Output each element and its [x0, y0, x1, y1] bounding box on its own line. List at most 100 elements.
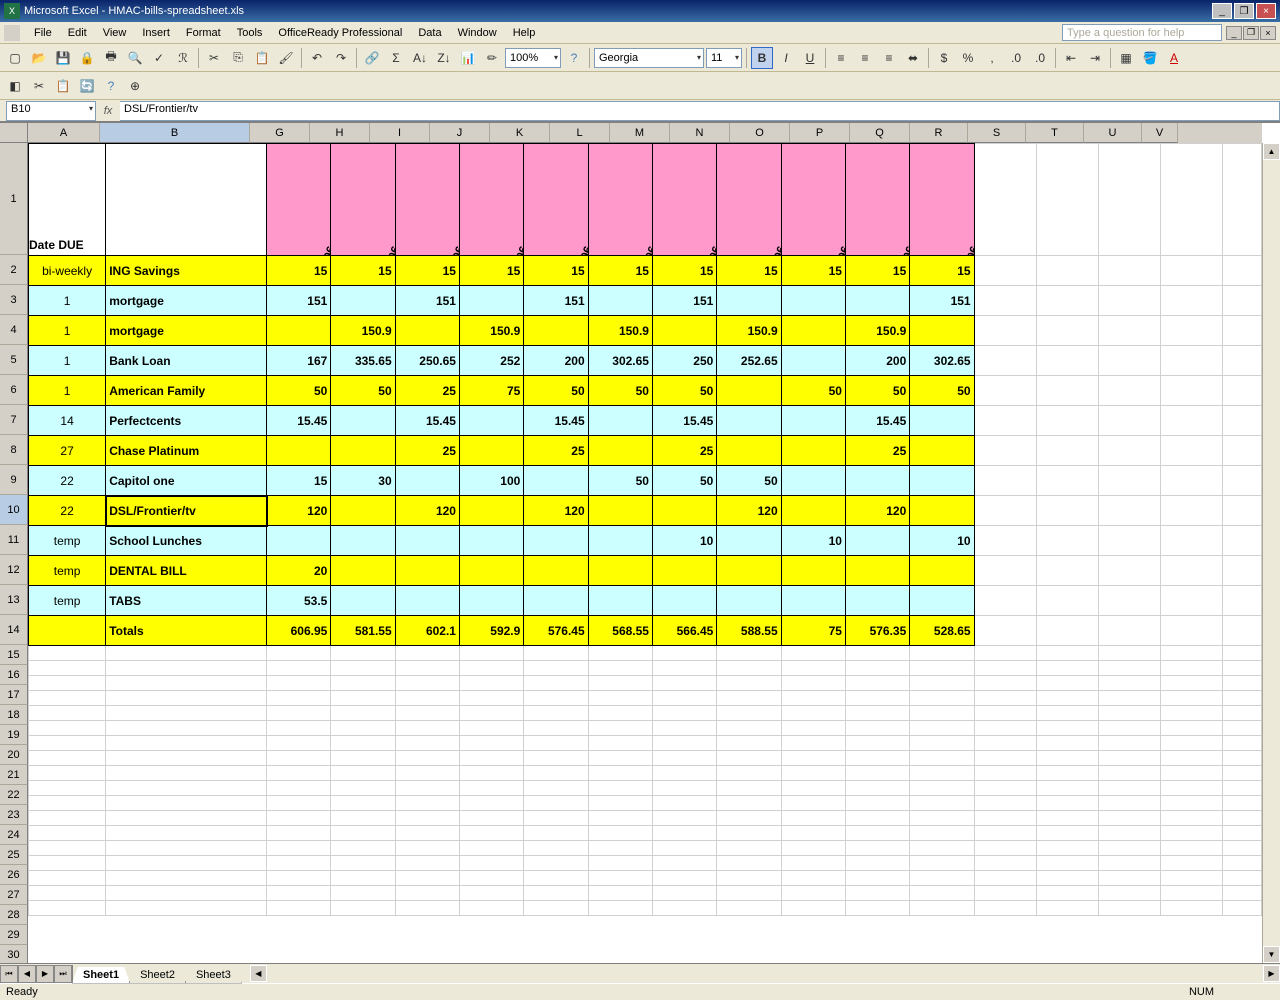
cell-R23[interactable] — [974, 766, 1036, 781]
cell-H18[interactable] — [331, 691, 395, 706]
cell-Q32[interactable] — [910, 901, 974, 916]
cell-S17[interactable] — [1036, 676, 1098, 691]
cell-P4[interactable]: 150.9 — [845, 316, 909, 346]
cell-U27[interactable] — [1161, 826, 1223, 841]
totals-5[interactable]: 568.55 — [588, 616, 652, 646]
cell-S30[interactable] — [1036, 871, 1098, 886]
tb2-icon-2[interactable]: ✂ — [28, 75, 50, 97]
tb2-icon-1[interactable]: ◧ — [4, 75, 26, 97]
underline-button[interactable]: U — [799, 47, 821, 69]
cell-Q23[interactable] — [910, 766, 974, 781]
cell-A21[interactable] — [29, 736, 106, 751]
cell-H20[interactable] — [331, 721, 395, 736]
cell-M31[interactable] — [652, 886, 716, 901]
menu-window[interactable]: Window — [450, 25, 505, 41]
cell-B5[interactable]: Bank Loan — [106, 346, 267, 376]
cell-H32[interactable] — [331, 901, 395, 916]
cell-J5[interactable]: 252 — [459, 346, 523, 376]
menu-officeready[interactable]: OfficeReady Professional — [270, 25, 410, 41]
cell-J4[interactable]: 150.9 — [459, 316, 523, 346]
cell-A20[interactable] — [29, 721, 106, 736]
cell-L27[interactable] — [588, 826, 652, 841]
cell-I26[interactable] — [395, 811, 459, 826]
borders-icon[interactable]: ▦ — [1115, 47, 1137, 69]
cell-Q5[interactable]: 302.65 — [910, 346, 974, 376]
cell-I25[interactable] — [395, 796, 459, 811]
cell-R21[interactable] — [974, 736, 1036, 751]
cell-A5[interactable]: 1 — [29, 346, 106, 376]
cell-I23[interactable] — [395, 766, 459, 781]
cell-Q19[interactable] — [910, 706, 974, 721]
totals-9[interactable]: 576.35 — [845, 616, 909, 646]
cell-B17[interactable] — [106, 676, 267, 691]
col-header-A[interactable]: A — [28, 123, 100, 143]
cell-O8[interactable] — [781, 436, 845, 466]
menu-edit[interactable]: Edit — [60, 25, 95, 41]
cell-H25[interactable] — [331, 796, 395, 811]
cell-A6[interactable]: 1 — [29, 376, 106, 406]
minimize-button[interactable]: _ — [1212, 3, 1232, 19]
cell-I17[interactable] — [395, 676, 459, 691]
scroll-right-icon[interactable]: ▶ — [1263, 965, 1280, 982]
cell-B22[interactable] — [106, 751, 267, 766]
cell-I22[interactable] — [395, 751, 459, 766]
cell-M7[interactable]: 15.45 — [652, 406, 716, 436]
row-header-20[interactable]: 20 — [0, 745, 28, 765]
menu-view[interactable]: View — [95, 25, 135, 41]
tab-sheet3[interactable]: Sheet3 — [185, 967, 242, 984]
cell-J16[interactable] — [459, 661, 523, 676]
cell-S31[interactable] — [1036, 886, 1098, 901]
cell-J13[interactable] — [459, 586, 523, 616]
cell-B16[interactable] — [106, 661, 267, 676]
cell-N31[interactable] — [717, 886, 781, 901]
cell-J32[interactable] — [459, 901, 523, 916]
cell-J24[interactable] — [459, 781, 523, 796]
cell-I15[interactable] — [395, 646, 459, 661]
align-center-icon[interactable]: ≡ — [854, 47, 876, 69]
vertical-scrollbar[interactable]: ▲ ▼ — [1262, 143, 1280, 963]
cell-R26[interactable] — [974, 811, 1036, 826]
cell-P13[interactable] — [845, 586, 909, 616]
cell-Q11[interactable]: 10 — [910, 526, 974, 556]
cell-Q31[interactable] — [910, 886, 974, 901]
cell-A11[interactable]: temp — [29, 526, 106, 556]
cell-L20[interactable] — [588, 721, 652, 736]
cell-O13[interactable] — [781, 586, 845, 616]
col-header-H[interactable]: H — [310, 123, 370, 143]
cell-G11[interactable] — [267, 526, 331, 556]
cut-icon[interactable]: ✂ — [203, 47, 225, 69]
cell-I6[interactable]: 25 — [395, 376, 459, 406]
menu-format[interactable]: Format — [178, 25, 229, 41]
cell-S19[interactable] — [1036, 706, 1098, 721]
cell-A17[interactable] — [29, 676, 106, 691]
cell-L25[interactable] — [588, 796, 652, 811]
cell-H27[interactable] — [331, 826, 395, 841]
cell-M20[interactable] — [652, 721, 716, 736]
cell-R30[interactable] — [974, 871, 1036, 886]
col-header-V[interactable]: V — [1142, 123, 1178, 143]
doc-minimize-button[interactable]: _ — [1226, 26, 1242, 40]
select-all-corner[interactable] — [0, 123, 28, 143]
cell-N13[interactable] — [717, 586, 781, 616]
cell-O31[interactable] — [781, 886, 845, 901]
cell-O3[interactable] — [781, 286, 845, 316]
cell-V27[interactable] — [1223, 826, 1262, 841]
cell-R16[interactable] — [974, 661, 1036, 676]
cell-A4[interactable]: 1 — [29, 316, 106, 346]
tb2-icon-5[interactable]: ? — [100, 75, 122, 97]
row-header-9[interactable]: 9 — [0, 465, 28, 495]
cell-P26[interactable] — [845, 811, 909, 826]
cell-L7[interactable] — [588, 406, 652, 436]
cell-A22[interactable] — [29, 751, 106, 766]
cell-B7[interactable]: Perfectcents — [106, 406, 267, 436]
cell-M13[interactable] — [652, 586, 716, 616]
cell-I7[interactable]: 15.45 — [395, 406, 459, 436]
doc-close-button[interactable]: × — [1260, 26, 1276, 40]
cell-N7[interactable] — [717, 406, 781, 436]
cell-G24[interactable] — [267, 781, 331, 796]
tb2-icon-3[interactable]: 📋 — [52, 75, 74, 97]
cell-I16[interactable] — [395, 661, 459, 676]
cell-L32[interactable] — [588, 901, 652, 916]
paste-icon[interactable]: 📋 — [251, 47, 273, 69]
cell-N24[interactable] — [717, 781, 781, 796]
